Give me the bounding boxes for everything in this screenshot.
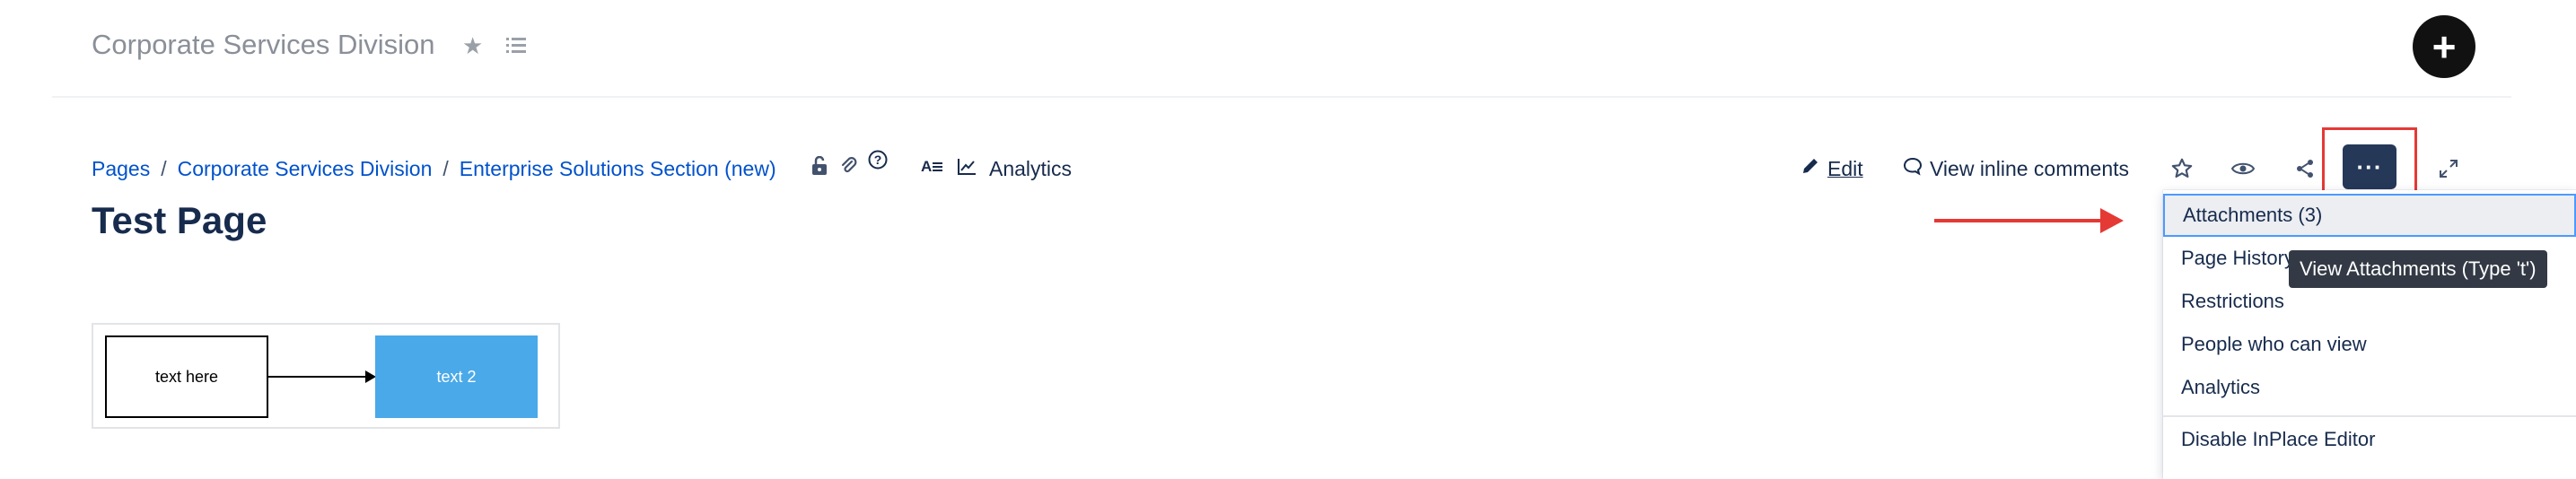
share-icon[interactable] (2285, 149, 2325, 188)
breadcrumb-pages[interactable]: Pages (92, 157, 150, 181)
diagram-box-1: text here (105, 335, 268, 418)
page-title: Test Page (92, 199, 267, 241)
watch-icon[interactable] (2223, 149, 2263, 188)
star-icon[interactable]: ★ (462, 32, 483, 60)
annotation-arrow (1934, 219, 2105, 222)
breadcrumb-separator: / (442, 156, 449, 180)
menu-divider (2163, 415, 2576, 417)
page-analytics: A Analytics (921, 156, 1072, 181)
menu-item-analytics[interactable]: Analytics (2163, 366, 2576, 409)
analytics-icon[interactable] (957, 157, 977, 181)
svg-text:?: ? (873, 152, 881, 167)
unlock-icon[interactable] (810, 155, 828, 181)
diagram-connector (268, 376, 367, 378)
list-icon[interactable] (506, 36, 526, 60)
menu-item-attachments[interactable]: Attachments (3) (2163, 194, 2576, 237)
pencil-icon (1801, 156, 1820, 181)
breadcrumb-parent-page[interactable]: Enterprise Solutions Section (new) (460, 157, 776, 181)
svg-text:A: A (921, 158, 932, 175)
expand-icon[interactable] (2429, 149, 2468, 188)
menu-item-disable-inplace-editor[interactable]: Disable InPlace Editor (2163, 418, 2576, 461)
comments-label: View inline comments (1930, 156, 2130, 180)
breadcrumb-space[interactable]: Corporate Services Division (178, 157, 433, 181)
menu-item-people-who-can-view[interactable]: People who can view (2163, 323, 2576, 366)
edit-button[interactable]: Edit (1801, 156, 1863, 181)
breadcrumb-separator: / (161, 156, 167, 180)
annotation-arrow-head (2100, 208, 2124, 233)
edit-label: Edit (1827, 156, 1863, 180)
help-icon[interactable]: ? (868, 150, 888, 175)
view-inline-comments-button[interactable]: View inline comments (1903, 156, 2129, 181)
comment-icon (1903, 156, 1923, 181)
diagram-box-2: text 2 (375, 335, 538, 418)
header-divider (52, 96, 2511, 98)
star-icon[interactable] (2162, 149, 2202, 188)
attachment-icon[interactable] (839, 156, 857, 181)
create-button[interactable]: + (2413, 15, 2475, 78)
more-actions-menu: Attachments (3) Page History Restriction… (2163, 190, 2576, 479)
analytics-link[interactable]: Analytics (989, 157, 1072, 181)
space-title[interactable]: Corporate Services Division (92, 29, 434, 61)
translate-icon[interactable]: A (921, 156, 944, 181)
attachments-tooltip: View Attachments (Type 't') (2289, 250, 2547, 288)
breadcrumb: Pages / Corporate Services Division / En… (92, 150, 888, 181)
